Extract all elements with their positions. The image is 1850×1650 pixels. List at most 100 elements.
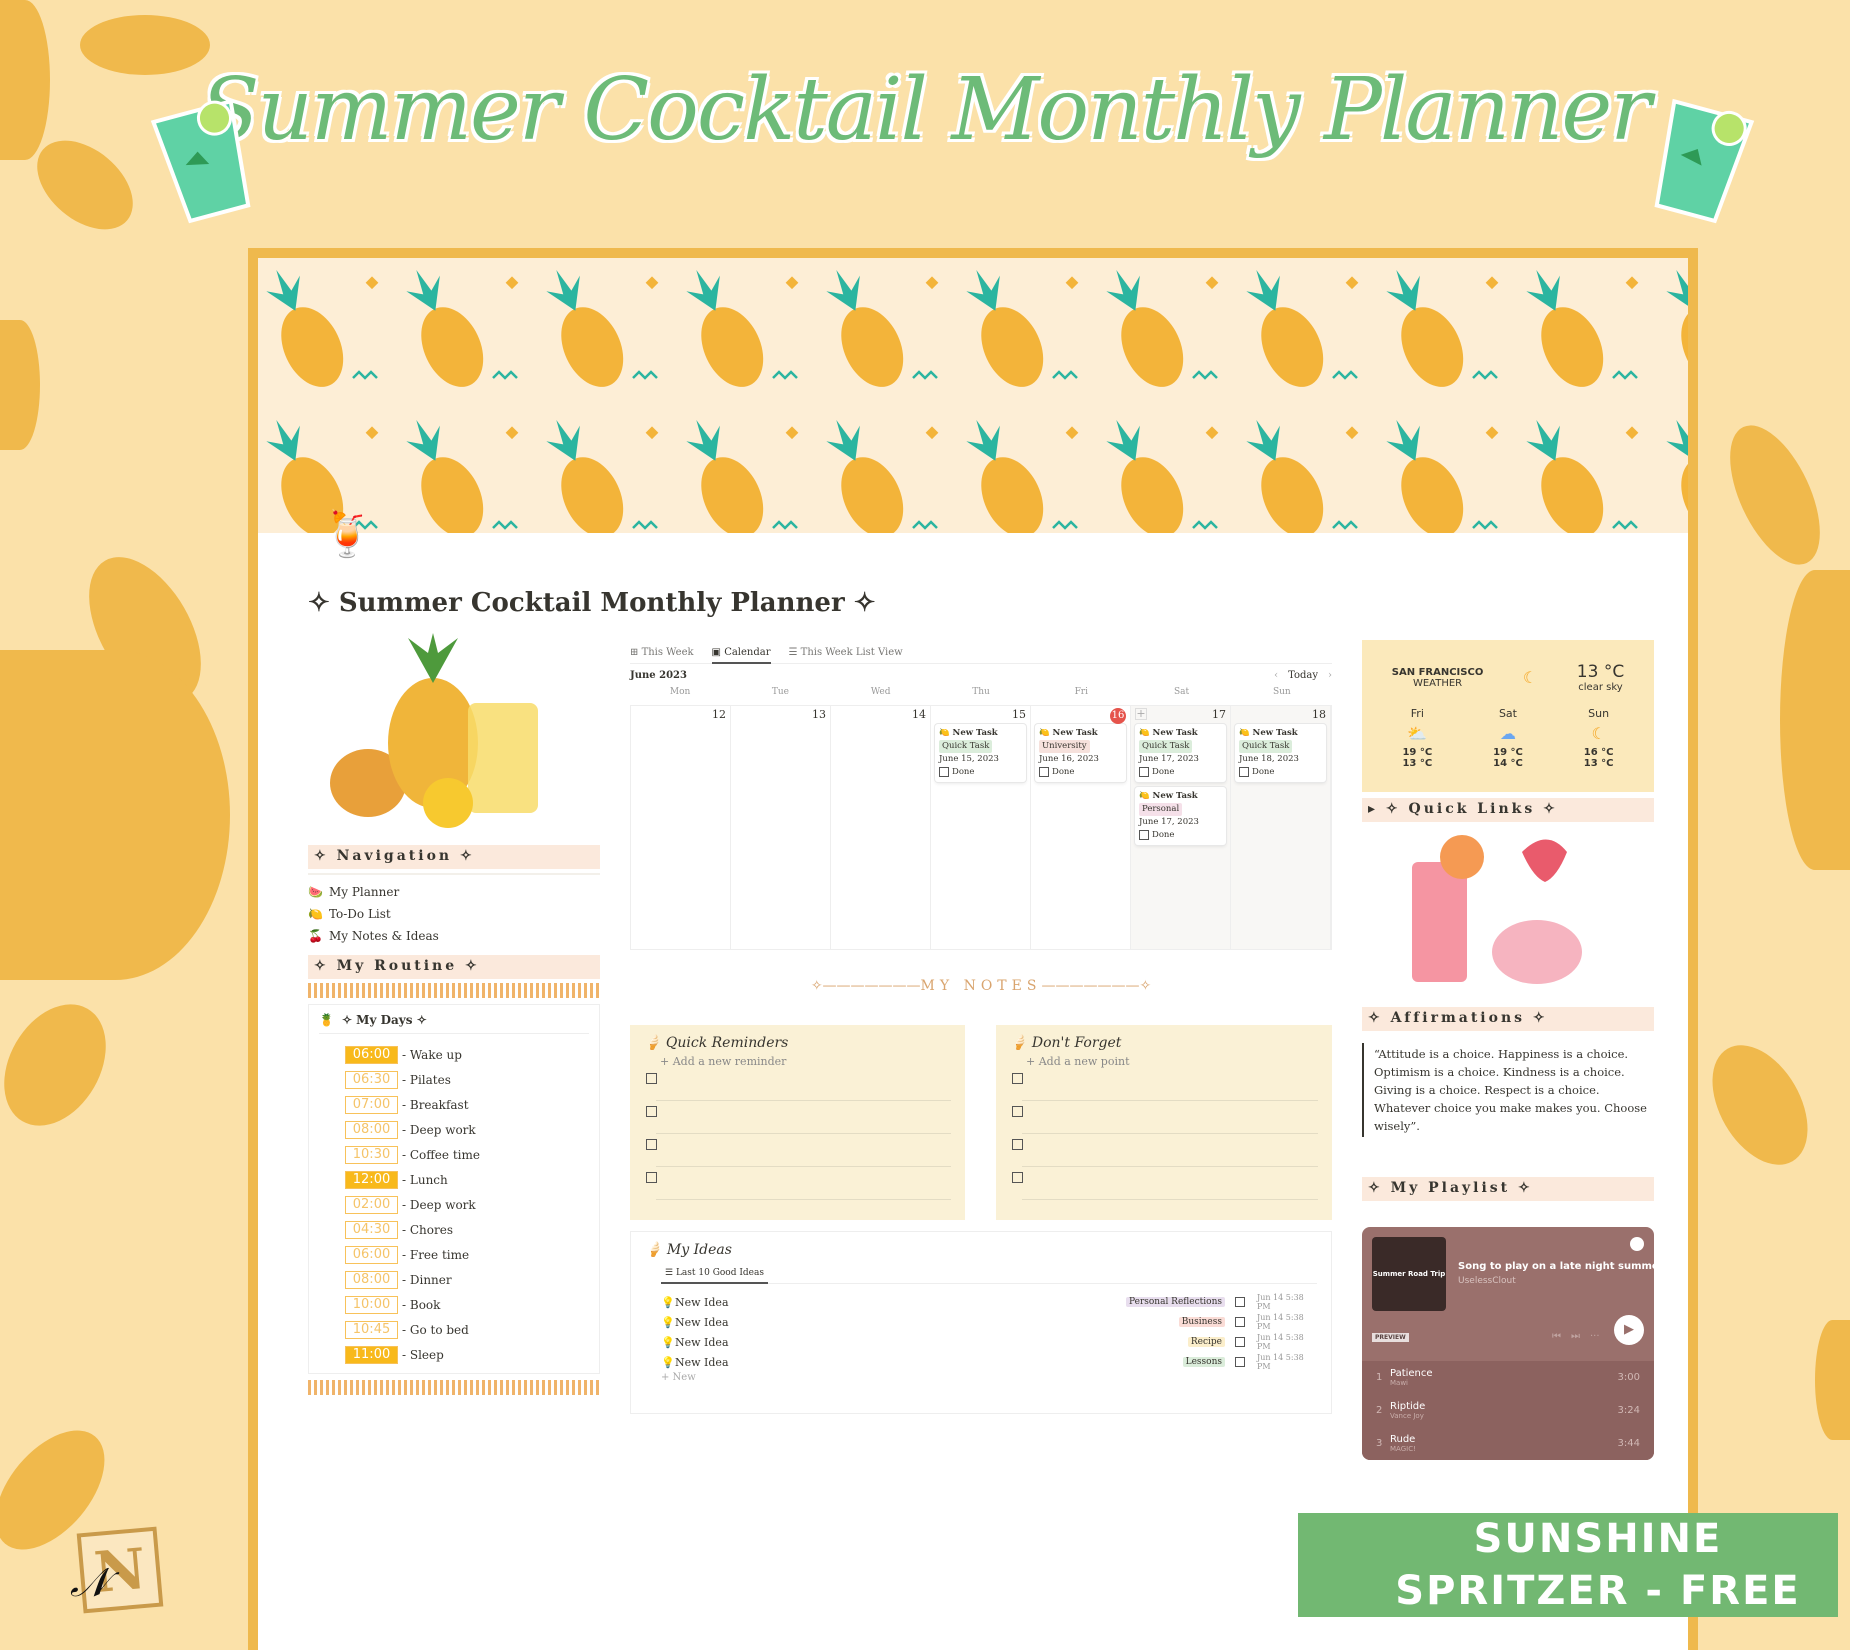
prev-week-button[interactable]: ‹ — [1274, 670, 1278, 681]
task-date: June 16, 2023 — [1039, 754, 1099, 764]
today-button[interactable]: Today — [1288, 670, 1318, 681]
tab-this-week[interactable]: ⊞ This Week — [630, 647, 694, 658]
next-week-button[interactable]: › — [1328, 670, 1332, 681]
forecast-day: Fri ⛅ 19 °C 13 °C — [1402, 707, 1432, 769]
add-task-icon[interactable]: + — [1135, 708, 1147, 720]
spotify-icon[interactable] — [1630, 1237, 1644, 1251]
page-title: ✧ Summer Cocktail Monthly Planner ✧ — [308, 588, 876, 618]
badge-line-1: SUNSHINE — [1473, 1516, 1723, 1562]
nav-item-my-planner[interactable]: 🍉 My Planner — [308, 881, 600, 903]
nav-item-to-do-list[interactable]: 🍋 To-Do List — [308, 903, 600, 925]
track-number: 3 — [1376, 1438, 1383, 1449]
idea-name[interactable]: New Idea — [675, 1356, 1183, 1369]
add-reminder-button[interactable]: + Add a new reminder — [660, 1055, 951, 1068]
quick-links-toggle[interactable]: ▸ ✧ Quick Links ✧ — [1362, 798, 1654, 822]
add-point-button[interactable]: + Add a new point — [1026, 1055, 1318, 1068]
calendar-day-18[interactable]: 18 🍋 New Task Quick Task June 18, 2023 Done — [1231, 706, 1331, 949]
checkbox[interactable] — [1012, 1073, 1023, 1084]
idea-created-time: Jun 14 5:38 PM — [1257, 1353, 1304, 1371]
checkbox[interactable] — [646, 1172, 657, 1183]
task-card[interactable]: 🍋 New Task Quick Task June 18, 2023 Done — [1235, 724, 1326, 782]
playlist-owner[interactable]: UselessClout — [1458, 1276, 1516, 1286]
routine-item: 06:00 - Wake up — [345, 1042, 589, 1067]
tab-calendar[interactable]: ▣ Calendar — [711, 642, 771, 664]
nav-item-label: My Planner — [328, 885, 400, 899]
idea-name[interactable]: New Idea — [675, 1296, 1126, 1309]
playlist-header: ✧ My Playlist ✧ — [1362, 1177, 1654, 1201]
done-checkbox[interactable] — [939, 766, 949, 777]
calendar-day-14[interactable]: 14 — [831, 706, 931, 949]
routine-activity: - Deep work — [402, 1122, 476, 1137]
quick-reminders-box: 🍦 Quick Reminders + Add a new reminder — [630, 1025, 965, 1220]
idea-row[interactable]: 💡 New Idea Personal Reflections Jun 14 5:38… — [661, 1292, 1317, 1312]
checkbox[interactable] — [646, 1106, 657, 1117]
tropical-drink-icon[interactable]: 🍹 — [320, 508, 375, 560]
tab-last-10-good-ideas[interactable]: ☰ Last 10 Good Ideas — [661, 1264, 768, 1284]
done-checkbox[interactable] — [1039, 766, 1049, 777]
play-button[interactable]: ▶ — [1614, 1315, 1644, 1345]
task-title: New Task — [1252, 728, 1298, 738]
weather-label: WEATHER — [1412, 677, 1463, 689]
routine-activity: - Book — [402, 1297, 441, 1312]
nav-item-my-notes-ideas[interactable]: 🍒 My Notes & Ideas — [308, 925, 600, 947]
idea-name[interactable]: New Idea — [675, 1316, 1179, 1329]
task-card[interactable]: 🍋 New Task Quick Task June 17, 2023 Done — [1135, 724, 1226, 782]
checkbox[interactable] — [646, 1139, 657, 1150]
idea-row[interactable]: 💡 New Idea Business Jun 14 5:38 PM — [661, 1312, 1317, 1332]
done-checkbox[interactable] — [1239, 766, 1249, 777]
idea-checkbox[interactable] — [1235, 1317, 1245, 1327]
done-label: Done — [1152, 830, 1175, 840]
checkbox[interactable] — [1012, 1106, 1023, 1117]
playlist-track[interactable]: 2 Riptide Vance Joy 3:24 — [1362, 1394, 1654, 1427]
forecast-day-name: Sun — [1588, 707, 1610, 720]
routine-activity: - Free time — [402, 1247, 470, 1262]
day-number: 12 — [712, 708, 726, 721]
new-idea-button[interactable]: + New — [661, 1372, 1317, 1383]
task-card[interactable]: 🍋 New Task University June 16, 2023 Done — [1035, 724, 1126, 782]
calendar-day-17[interactable]: +17 🍋 New Task Quick Task June 17, 2023 Done… — [1131, 706, 1231, 949]
calendar-day-12[interactable]: 12 — [631, 706, 731, 949]
pineapple-icon: 🍍 — [319, 1013, 334, 1027]
decor-blob — [1815, 1320, 1850, 1440]
lightbulb-icon: 💡 — [661, 1335, 675, 1349]
day-number: 15 — [1012, 708, 1026, 721]
playlist-track[interactable]: 3 Rude MAGIC! 3:44 — [1362, 1427, 1654, 1460]
calendar-day-16[interactable]: 16 🍋 New Task University June 16, 2023 Done — [1031, 706, 1131, 949]
checkbox[interactable] — [646, 1073, 657, 1084]
cocktail-icecream-illustration — [1362, 822, 1654, 997]
track-duration: 3:24 — [1617, 1405, 1640, 1416]
task-tag: Quick Task — [1139, 740, 1193, 753]
idea-checkbox[interactable] — [1235, 1297, 1245, 1307]
playlist-title[interactable]: Song to play on a late night summe... — [1458, 1261, 1670, 1272]
spotify-player: Summer Road Trip Song to play on a late … — [1362, 1227, 1670, 1460]
done-checkbox[interactable] — [1139, 829, 1149, 840]
task-tag: Quick Task — [939, 740, 993, 753]
idea-checkbox[interactable] — [1235, 1337, 1245, 1347]
day-number: 18 — [1312, 708, 1326, 721]
done-checkbox[interactable] — [1139, 766, 1149, 777]
tab-this-week-list-view[interactable]: ☰ This Week List View — [789, 647, 903, 658]
calendar-day-13[interactable]: 13 — [731, 706, 831, 949]
playlist-cover[interactable]: Summer Road Trip — [1372, 1237, 1446, 1311]
task-card[interactable]: 🍋 New Task Personal June 17, 2023 Done — [1135, 787, 1226, 845]
previous-icon[interactable]: ⏮ — [1552, 1331, 1561, 1342]
calendar-month: June 2023 — [630, 670, 687, 681]
forecast-day: Sat ☁ 19 °C 14 °C — [1493, 707, 1523, 769]
idea-checkbox[interactable] — [1235, 1357, 1245, 1367]
checkbox[interactable] — [1012, 1139, 1023, 1150]
decor-blob — [0, 320, 40, 450]
done-label: Done — [1152, 767, 1175, 777]
track-artist: Vance Joy — [1390, 1412, 1424, 1420]
idea-row[interactable]: 💡 New Idea Recipe Jun 14 5:38 PM — [661, 1332, 1317, 1352]
playlist-track[interactable]: 1 Patience Mawi 3:00 — [1362, 1361, 1654, 1394]
idea-name[interactable]: New Idea — [675, 1336, 1188, 1349]
more-icon[interactable]: ··· — [1590, 1331, 1600, 1342]
next-icon[interactable]: ⏭ — [1571, 1331, 1580, 1342]
task-date: June 18, 2023 — [1239, 754, 1299, 764]
task-card[interactable]: 🍋 New Task Quick Task June 15, 2023 Done — [935, 724, 1026, 782]
partly-cloudy-night-icon: ⛅ — [1407, 724, 1428, 743]
checkbox[interactable] — [1012, 1172, 1023, 1183]
calendar-day-15[interactable]: 15 🍋 New Task Quick Task June 15, 2023 Done — [931, 706, 1031, 949]
idea-row[interactable]: 💡 New Idea Lessons Jun 14 5:38 PM — [661, 1352, 1317, 1372]
pineapple-cover-banner[interactable] — [258, 258, 1688, 533]
